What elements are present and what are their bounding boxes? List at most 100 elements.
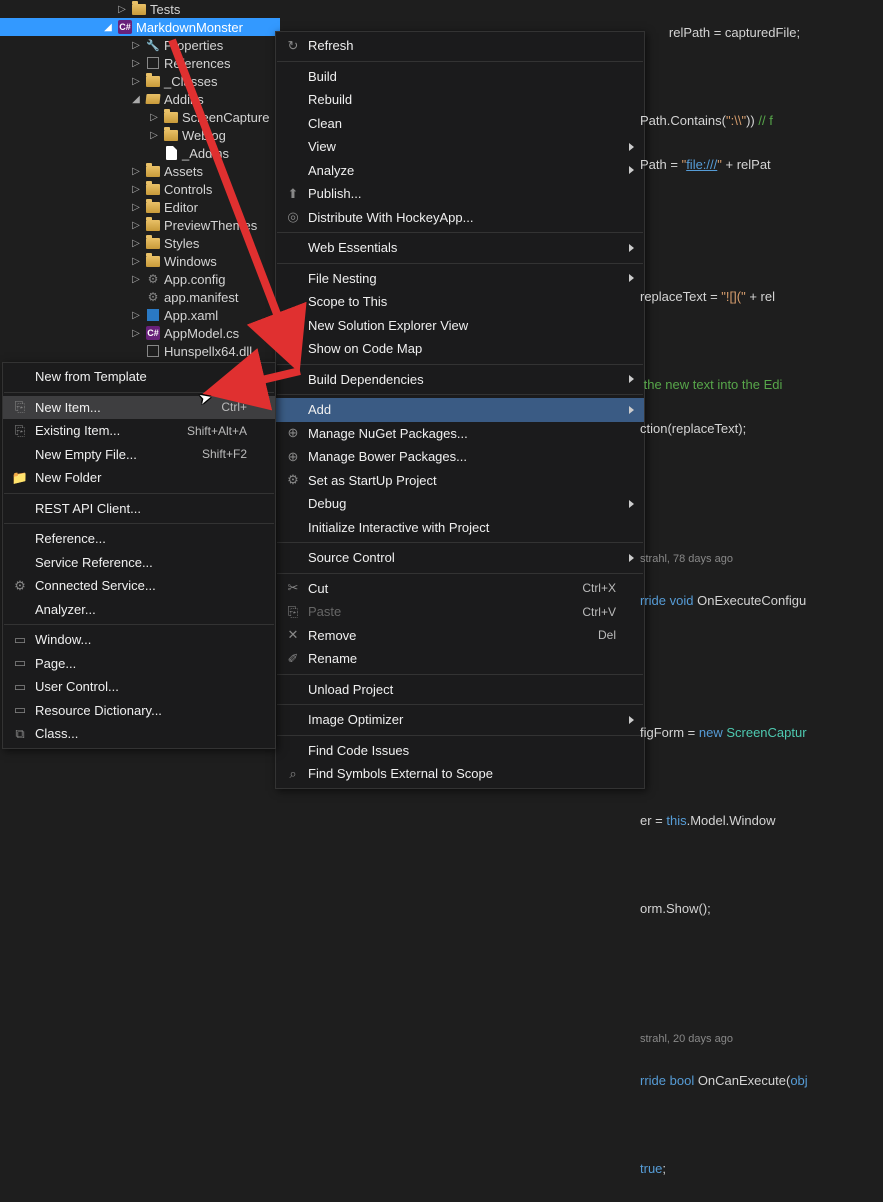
menu-item[interactable]: New from Template [3, 365, 275, 389]
tree-item[interactable]: ▷ PreviewThemes [0, 216, 280, 234]
expand-icon[interactable]: ▷ [148, 130, 160, 141]
menu-item-label: Page... [31, 656, 247, 671]
menu-item-icon: ⎘ [282, 604, 304, 620]
menu-item-icon: ⊕ [282, 449, 304, 465]
menu-item-label: New Empty File... [31, 447, 182, 462]
menu-item[interactable]: Service Reference... [3, 551, 275, 575]
menu-item-label: Cut [304, 581, 562, 596]
code-line [640, 854, 883, 876]
expand-icon[interactable]: ▷ [130, 202, 142, 213]
tree-item-label: Weblog [182, 128, 226, 143]
menu-item-icon: ▭ [9, 679, 31, 695]
expand-icon[interactable]: ▷ [130, 328, 142, 339]
expand-icon[interactable]: ◢ [102, 22, 114, 33]
expand-icon[interactable]: ◢ [130, 94, 142, 105]
expand-icon[interactable]: ▷ [130, 58, 142, 69]
expand-icon[interactable]: ▷ [130, 76, 142, 87]
menu-item[interactable]: Image Optimizer [276, 708, 644, 732]
menu-item[interactable]: ⌕Find Symbols External to Scope [276, 762, 644, 786]
code-editor[interactable]: relPath = capturedFile; Path.Contains(":… [540, 0, 883, 711]
expand-icon[interactable]: ▷ [130, 238, 142, 249]
menu-item-label: User Control... [31, 679, 247, 694]
solution-explorer-tree[interactable]: ▷ Tests◢C#MarkdownMonster▷🔧Properties▷Ref… [0, 0, 280, 360]
code-line [640, 462, 883, 484]
tree-item[interactable]: ▷🔧Properties [0, 36, 280, 54]
menu-item-icon: ▭ [9, 632, 31, 648]
expand-icon[interactable]: ▷ [130, 310, 142, 321]
menu-item[interactable]: ▭User Control... [3, 675, 275, 699]
cs-icon: C# [145, 325, 161, 341]
add-submenu[interactable]: New from Template ⎘New Item...Ctrl+⎘Exist… [2, 362, 276, 749]
menu-item[interactable]: ⧉Class... [3, 722, 275, 746]
code-line: Path.Contains(":\\")) // f [640, 110, 883, 132]
expand-icon[interactable]: ▷ [130, 256, 142, 267]
code-line [640, 942, 883, 964]
tree-item[interactable]: ▷Editor [0, 198, 280, 216]
tree-item[interactable]: ▷References [0, 54, 280, 72]
tree-item[interactable]: ◢C#MarkdownMonster [0, 18, 280, 36]
tree-item[interactable]: ⚙app.manifest [0, 288, 280, 306]
expand-icon[interactable]: ▷ [130, 220, 142, 231]
folder-closed-icon [145, 217, 161, 233]
expand-icon[interactable]: ▷ [130, 184, 142, 195]
tree-item[interactable]: Hunspellx64.dll [0, 342, 280, 360]
menu-item-label: Remove [304, 628, 578, 643]
tree-item[interactable]: ▷Assets [0, 162, 280, 180]
menu-item[interactable]: ▭Resource Dictionary... [3, 699, 275, 723]
menu-item-label: New Folder [31, 470, 247, 485]
tree-item[interactable]: _Addins [0, 144, 280, 162]
menu-item[interactable]: Analyzer... [3, 598, 275, 622]
folder-open-icon [145, 91, 161, 107]
menu-item-label: Window... [31, 632, 247, 647]
tree-item-label: ScreenCapture [182, 110, 269, 125]
tree-item[interactable]: ▷Windows [0, 252, 280, 270]
tree-item[interactable]: ▷ Tests [0, 0, 280, 18]
expand-icon[interactable]: ▷ [130, 166, 142, 177]
expand-icon[interactable]: ▷ [130, 40, 142, 51]
tree-item[interactable]: ▷App.xaml [0, 306, 280, 324]
tree-item[interactable]: ◢Addins [0, 90, 280, 108]
tree-item-label: Properties [164, 38, 223, 53]
expand-icon[interactable]: ▷ [148, 112, 160, 123]
tree-item-label: _Addins [182, 146, 229, 161]
menu-item[interactable]: ▭Window... [3, 628, 275, 652]
expand-icon[interactable]: ▷ [130, 274, 142, 285]
tree-item[interactable]: ▷ Weblog [0, 126, 280, 144]
tree-item[interactable]: ▷Controls [0, 180, 280, 198]
code-line [640, 986, 883, 1008]
code-line [640, 242, 883, 264]
menu-item[interactable]: Reference... [3, 527, 275, 551]
menu-item[interactable]: New Empty File...Shift+F2 [3, 443, 275, 467]
code-line: orm.Show(); [640, 898, 883, 920]
menu-item[interactable]: ⚙Connected Service... [3, 574, 275, 598]
code-line [640, 506, 883, 528]
menu-item[interactable]: ⎘Existing Item...Shift+Alt+A [3, 419, 275, 443]
menu-item[interactable]: ▭Page... [3, 652, 275, 676]
code-line: ction(replaceText); [640, 418, 883, 440]
menu-item-label: New from Template [31, 369, 247, 384]
menu-item-icon: 📁 [9, 470, 31, 486]
menu-separator [4, 523, 274, 524]
codelens[interactable]: strahl, 78 days ago [640, 550, 883, 568]
menu-separator [4, 392, 274, 393]
menu-item[interactable]: REST API Client... [3, 497, 275, 521]
expand-icon[interactable]: ▷ [116, 4, 128, 15]
codelens[interactable]: strahl, 20 days ago [640, 1030, 883, 1048]
code-line [640, 198, 883, 220]
tree-item[interactable]: ▷C#AppModel.cs [0, 324, 280, 342]
tree-item[interactable]: ▷_Classes [0, 72, 280, 90]
menu-item-icon: ⧉ [9, 726, 31, 742]
tree-item-label: PreviewThemes [164, 218, 257, 233]
menu-item-icon: ⎘ [9, 399, 31, 415]
menu-item[interactable]: Find Code Issues [276, 739, 644, 763]
menu-item-label: Service Reference... [31, 555, 247, 570]
tree-item[interactable]: ▷Styles [0, 234, 280, 252]
menu-item-label: Paste [304, 604, 562, 619]
ref-icon [145, 55, 161, 71]
menu-item-icon: ☐ [282, 317, 304, 333]
menu-item[interactable]: 📁New Folder [3, 466, 275, 490]
tree-item[interactable]: ▷⚙App.config [0, 270, 280, 288]
tree-item-label: Tests [150, 2, 180, 17]
tree-item[interactable]: ▷ ScreenCapture [0, 108, 280, 126]
menu-item[interactable]: ⎘New Item...Ctrl+ [3, 396, 275, 420]
